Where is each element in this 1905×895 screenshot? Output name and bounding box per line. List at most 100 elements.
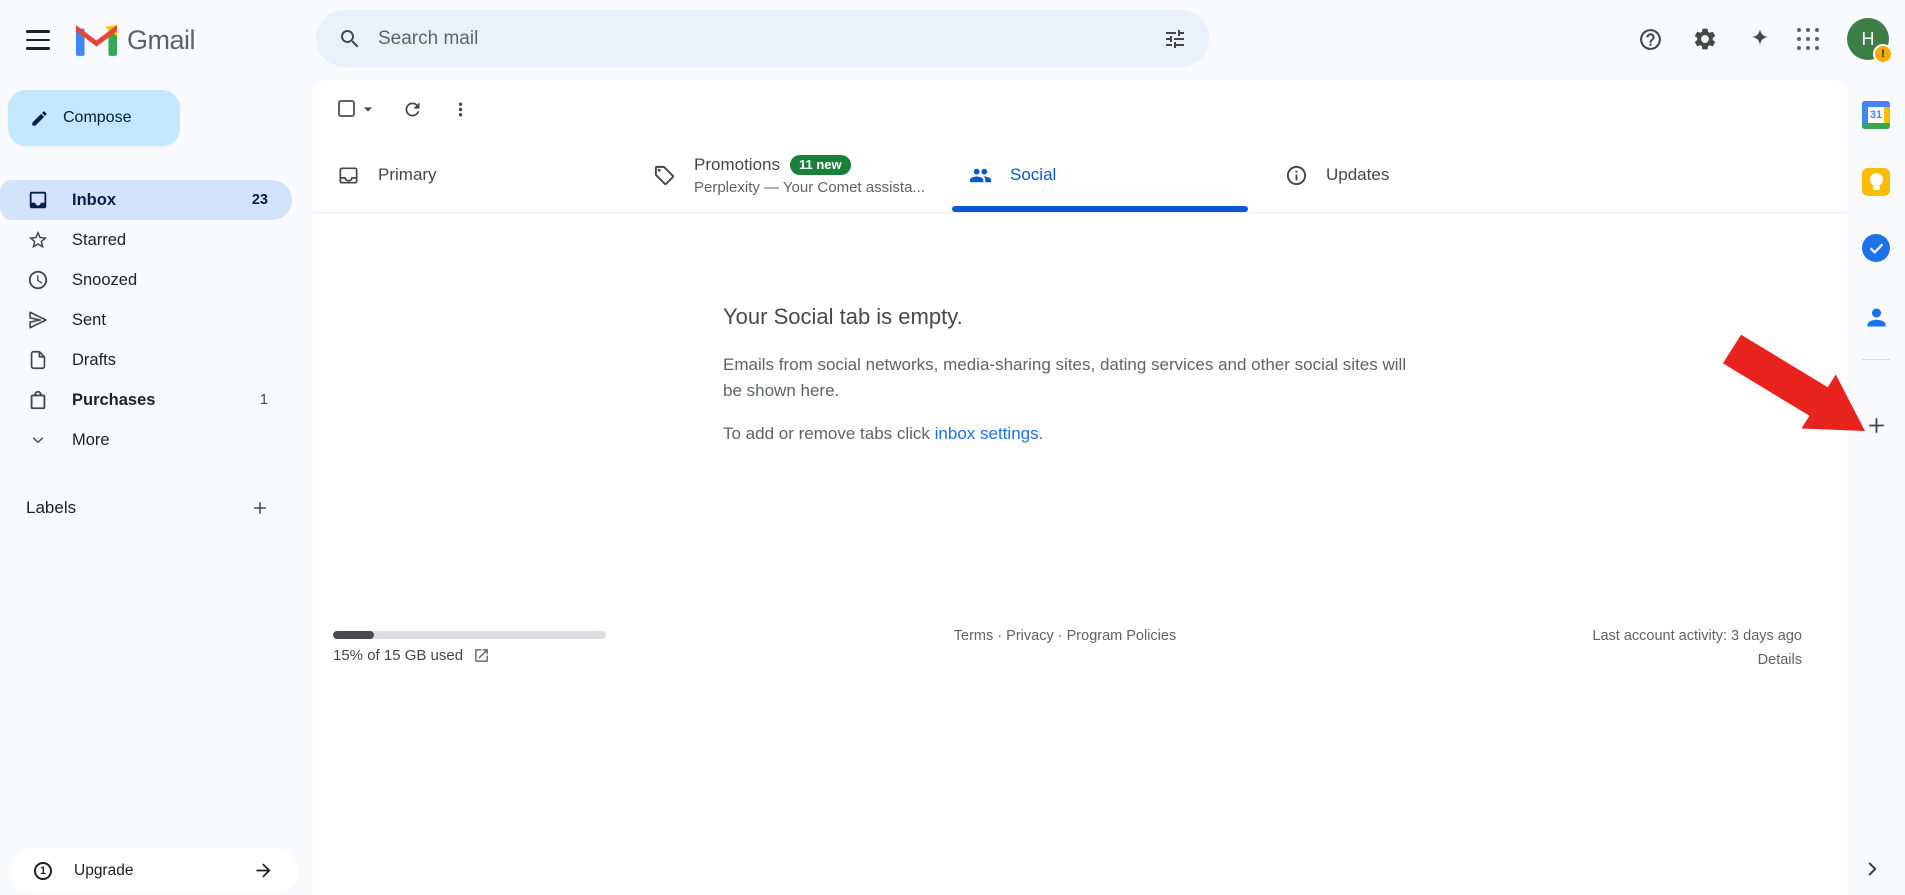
- tab-primary[interactable]: Primary: [312, 138, 628, 212]
- active-tab-indicator: [952, 206, 1248, 212]
- refresh-button[interactable]: [394, 91, 430, 127]
- settings-button[interactable]: [1683, 17, 1727, 61]
- plus-icon: [254, 502, 266, 514]
- arrow-right-icon: [256, 863, 271, 878]
- upgrade-button[interactable]: 1 Upgrade: [10, 848, 298, 893]
- caret-down-icon: [363, 107, 373, 112]
- contacts-person-icon: [1867, 308, 1885, 326]
- sidebar-item-drafts[interactable]: Drafts: [0, 340, 292, 380]
- panel-divider: [1862, 359, 1890, 360]
- sidebar-item-more[interactable]: More: [0, 420, 292, 460]
- upgrade-step-icon: 1: [34, 861, 52, 880]
- sidebar-item-inbox[interactable]: Inbox 23: [0, 180, 292, 220]
- search-bar[interactable]: [316, 10, 1209, 67]
- tab-social[interactable]: Social: [944, 138, 1260, 212]
- tab-updates[interactable]: Updates: [1260, 138, 1576, 212]
- star-icon: [26, 229, 50, 251]
- purchases-count: 1: [259, 392, 268, 408]
- get-add-ons-button[interactable]: [1854, 403, 1898, 447]
- support-button[interactable]: [1628, 17, 1672, 61]
- tab-label: Updates: [1326, 165, 1390, 184]
- people-icon: [968, 164, 992, 187]
- empty-state-cta: To add or remove tabs click inbox settin…: [723, 424, 1044, 443]
- tab-promotions[interactable]: Promotions 11 new Perplexity — Your Come…: [628, 138, 944, 212]
- sidebar-item-label: Starred: [72, 230, 127, 249]
- select-dropdown-caret[interactable]: [358, 99, 378, 119]
- empty-state-title: Your Social tab is empty.: [723, 304, 963, 329]
- chevron-down-icon: [26, 431, 50, 449]
- hide-side-panel-button[interactable]: [1850, 847, 1894, 891]
- tab-label: Social: [1010, 165, 1057, 184]
- main-menu-button[interactable]: [14, 16, 62, 64]
- search-button[interactable]: [328, 17, 372, 61]
- sidebar-item-label: More: [72, 430, 110, 449]
- sparkle-icon: [1752, 29, 1768, 45]
- storage-manage-link[interactable]: [473, 647, 490, 664]
- storage-text: 15% of 15 GB used: [333, 646, 464, 664]
- tab-preview-text: Perplexity — Your Comet assista...: [694, 178, 925, 196]
- gmail-window: Gmail H !: [0, 0, 1905, 895]
- apps-grid-icon: [1796, 27, 1820, 51]
- sidebar-item-label: Snoozed: [72, 270, 138, 289]
- program-policies-link[interactable]: Program Policies: [1067, 628, 1177, 644]
- more-options-button[interactable]: [442, 91, 478, 127]
- google-apps-button[interactable]: [1786, 17, 1830, 61]
- shopping-bag-icon: [26, 389, 50, 411]
- gmail-wordmark: Gmail: [127, 24, 196, 55]
- tasks-panel-button[interactable]: [1854, 226, 1898, 270]
- labels-title: Labels: [26, 498, 77, 517]
- clock-icon: [26, 269, 50, 291]
- sidebar-item-snoozed[interactable]: Snoozed: [0, 260, 292, 300]
- send-icon: [26, 309, 50, 331]
- tasks-icon: [1862, 234, 1890, 262]
- create-label-button[interactable]: [242, 490, 278, 526]
- storage-info: 15% of 15 GB used: [333, 642, 490, 668]
- account-avatar[interactable]: H !: [1847, 18, 1893, 64]
- sidebar-item-starred[interactable]: Starred: [0, 220, 292, 260]
- search-input[interactable]: [372, 27, 1153, 50]
- empty-state-description: Emails from social networks, media-shari…: [723, 355, 1407, 400]
- calendar-panel-button[interactable]: 31: [1854, 93, 1898, 137]
- gear-icon: [1694, 28, 1716, 50]
- compose-button[interactable]: Compose: [8, 90, 180, 146]
- select-all-checkbox[interactable]: [338, 100, 355, 117]
- plus-icon: [1868, 417, 1884, 433]
- gemini-button[interactable]: [1738, 17, 1782, 61]
- activity-details-link[interactable]: Details: [1758, 652, 1802, 668]
- more-vert-icon: [458, 102, 462, 116]
- keep-icon: [1862, 168, 1890, 196]
- inbox-count: 23: [251, 192, 268, 208]
- open-in-new-icon: [475, 648, 488, 662]
- terms-link[interactable]: Terms: [954, 628, 993, 644]
- inbox-tab-icon: [336, 164, 360, 187]
- search-options-button[interactable]: [1153, 17, 1197, 61]
- new-mail-badge: 11 new: [789, 154, 851, 175]
- privacy-link[interactable]: Privacy: [1006, 628, 1054, 644]
- inbox-settings-link[interactable]: inbox settings: [935, 424, 1039, 443]
- info-icon: [1284, 164, 1308, 187]
- tune-icon: [1166, 29, 1184, 48]
- empty-state: Your Social tab is empty. Emails from so…: [723, 304, 1423, 444]
- sidebar-item-label: Purchases: [72, 390, 156, 409]
- hamburger-icon: [26, 30, 50, 33]
- account-alert-badge: !: [1873, 44, 1893, 64]
- sidebar-item-purchases[interactable]: Purchases 1: [0, 380, 292, 420]
- avatar-letter: H: [1861, 28, 1875, 49]
- upgrade-label: Upgrade: [74, 861, 134, 879]
- sidebar-item-label: Drafts: [72, 350, 117, 369]
- sidebar-item-sent[interactable]: Sent: [0, 300, 292, 340]
- labels-header: Labels: [0, 490, 292, 526]
- sidebar-nav: Inbox 23 Starred Snoozed Sent Drafts Pur…: [0, 180, 292, 460]
- inbox-tabs: Primary Promotions 11 new Perplexity — Y…: [312, 138, 1848, 213]
- keep-panel-button[interactable]: [1854, 160, 1898, 204]
- mail-content-card: Primary Promotions 11 new Perplexity — Y…: [312, 80, 1848, 895]
- tab-label: Promotions: [694, 154, 780, 174]
- sidebar-item-label: Sent: [72, 310, 106, 329]
- tab-label: Primary: [378, 165, 437, 184]
- chevron-right-icon: [1868, 862, 1877, 876]
- last-account-activity: Last account activity: 3 days ago: [1592, 628, 1802, 644]
- help-icon: [1639, 28, 1661, 50]
- refresh-icon: [405, 102, 419, 116]
- contacts-panel-button[interactable]: [1854, 295, 1898, 339]
- gmail-logo[interactable]: Gmail: [76, 22, 196, 58]
